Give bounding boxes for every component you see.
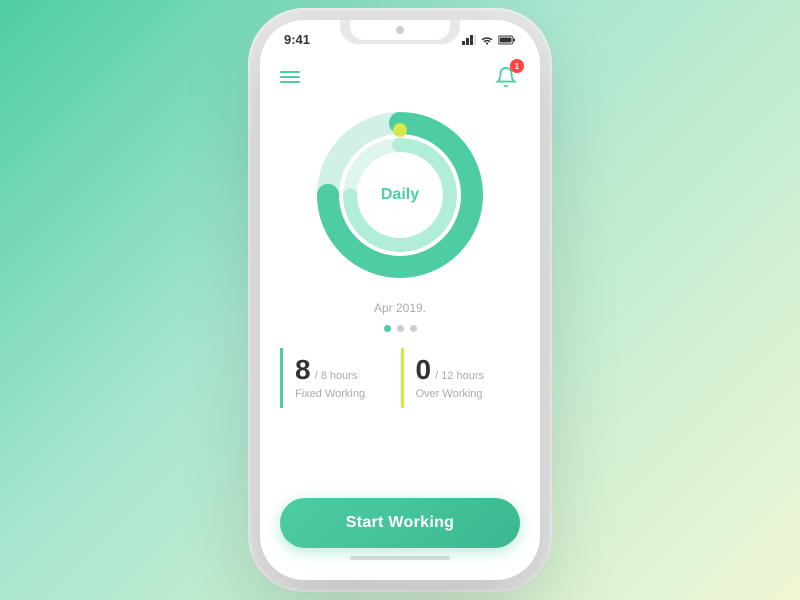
stat-fixed-working: 8 / 8 hours Fixed Working — [280, 348, 400, 408]
pagination-dots — [384, 325, 417, 332]
stat-main-1: 8 / 8 hours — [295, 356, 388, 384]
stat-label-2: Over Working — [416, 388, 509, 400]
chart-center-label: Daily — [381, 186, 419, 204]
time-display: 9:41 — [284, 32, 310, 47]
wifi-icon — [480, 35, 494, 45]
stat-over-working: 0 / 12 hours Over Working — [401, 348, 521, 408]
phone-bottom: Start Working — [260, 486, 540, 580]
stat-of-2: / 12 hours — [435, 370, 484, 382]
notch — [340, 20, 460, 44]
stat-number-1: 8 — [295, 356, 311, 384]
stat-label-1: Fixed Working — [295, 388, 388, 400]
status-icons — [462, 35, 516, 45]
main-content: Daily Apr 2019. 8 / 8 hours Fixed Workin… — [260, 95, 540, 486]
stats-row: 8 / 8 hours Fixed Working 0 / 12 hours O… — [280, 348, 520, 408]
pagination-dot-2[interactable] — [397, 325, 404, 332]
home-indicator — [350, 556, 450, 560]
start-working-button[interactable]: Start Working — [280, 498, 520, 548]
phone-frame: 9:41 — [260, 20, 540, 580]
notification-wrapper: 1 — [492, 63, 520, 91]
battery-icon — [498, 35, 516, 45]
pagination-dot-3[interactable] — [410, 325, 417, 332]
dot-indicator — [393, 123, 407, 137]
date-label: Apr 2019. — [374, 301, 426, 315]
header: 1 — [260, 55, 540, 95]
menu-button[interactable] — [280, 71, 300, 83]
notification-badge: 1 — [510, 59, 524, 73]
signal-icon — [462, 35, 476, 45]
pagination-dot-1[interactable] — [384, 325, 391, 332]
stat-main-2: 0 / 12 hours — [416, 356, 509, 384]
stat-of-1: / 8 hours — [315, 370, 358, 382]
stat-number-2: 0 — [416, 356, 432, 384]
chart-container: Daily — [310, 105, 490, 285]
